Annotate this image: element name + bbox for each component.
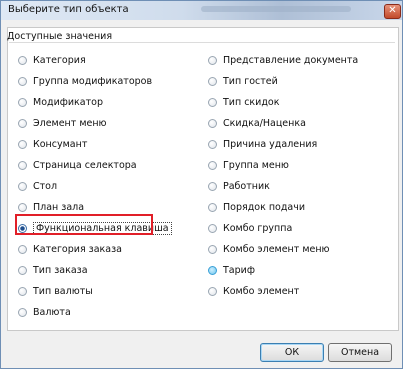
radio-option[interactable]: Порядок подачи xyxy=(208,200,305,214)
radio-icon[interactable] xyxy=(208,160,217,170)
radio-icon[interactable] xyxy=(208,139,217,149)
radio-icon[interactable] xyxy=(18,76,27,86)
radio-label: Категория xyxy=(33,54,86,66)
radio-icon[interactable] xyxy=(18,202,27,212)
radio-option[interactable]: Тип заказа xyxy=(18,263,88,277)
radio-label: Валюта xyxy=(33,306,71,318)
radio-option[interactable]: План зала xyxy=(18,200,84,214)
radio-label: Тип заказа xyxy=(33,264,88,276)
radio-option[interactable]: Тип гостей xyxy=(208,74,278,88)
radio-icon[interactable] xyxy=(208,223,217,233)
close-button[interactable]: ✕ xyxy=(384,4,401,19)
radio-option[interactable]: Комбо элемент меню xyxy=(208,242,330,256)
radio-icon[interactable] xyxy=(208,55,217,65)
radio-label: Тариф xyxy=(223,264,255,276)
title-bar[interactable]: Выберите тип объекта ✕ xyxy=(1,1,402,20)
radio-option[interactable]: Категория заказа xyxy=(18,242,122,256)
group-title: Доступные значения xyxy=(7,31,113,42)
window-title: Выберите тип объекта xyxy=(8,4,129,15)
radio-label: Страница селектора xyxy=(33,159,137,171)
radio-option[interactable]: Комбо группа xyxy=(208,221,292,235)
radio-icon[interactable] xyxy=(18,265,27,275)
radio-icon[interactable] xyxy=(18,307,27,317)
radio-option[interactable]: Представление документа xyxy=(208,53,358,67)
radio-label: Модификатор xyxy=(33,96,103,108)
radio-option[interactable]: Тип скидок xyxy=(208,95,279,109)
radio-option[interactable]: Консумант xyxy=(18,137,87,151)
radio-icon[interactable] xyxy=(18,97,27,107)
radio-icon[interactable] xyxy=(208,76,217,86)
radio-icon[interactable] xyxy=(208,97,217,107)
radio-option[interactable]: Элемент меню xyxy=(18,116,107,130)
radio-option[interactable]: Комбо элемент xyxy=(208,284,299,298)
dialog-window: Выберите тип объекта ✕ Доступные значени… xyxy=(0,0,403,369)
radio-label: План зала xyxy=(33,201,85,213)
radio-label: Тип валюты xyxy=(33,285,93,297)
radio-label: Порядок подачи xyxy=(223,201,306,213)
radio-option[interactable]: Страница селектора xyxy=(18,158,137,172)
radio-label: Категория заказа xyxy=(33,243,122,255)
radio-icon[interactable] xyxy=(208,181,217,191)
radio-label: Тип гостей xyxy=(223,75,278,87)
radio-option[interactable]: Стол xyxy=(18,179,57,193)
radio-label: Группа меню xyxy=(223,159,289,171)
radio-label: Представление документа xyxy=(223,54,359,66)
radio-icon[interactable] xyxy=(208,244,217,254)
radio-option[interactable]: Модификатор xyxy=(18,95,103,109)
close-icon: ✕ xyxy=(388,5,397,16)
radio-label: Консумант xyxy=(33,138,88,150)
radio-label: Комбо элемент xyxy=(223,285,300,297)
radio-icon[interactable] xyxy=(208,118,217,128)
ok-button[interactable]: ОК xyxy=(260,343,324,362)
radio-icon[interactable] xyxy=(18,118,27,128)
radio-icon[interactable] xyxy=(18,286,27,296)
cancel-button[interactable]: Отмена xyxy=(328,343,392,362)
radio-option[interactable]: Категория xyxy=(18,53,86,67)
radio-option[interactable]: Валюта xyxy=(18,305,71,319)
radio-icon[interactable] xyxy=(18,139,27,149)
radio-option-hovered[interactable]: Тариф xyxy=(208,263,255,277)
radio-label: Скидка/Наценка xyxy=(223,117,306,129)
radio-icon[interactable] xyxy=(18,244,27,254)
radio-option[interactable]: Тип валюты xyxy=(18,284,93,298)
radio-option[interactable]: Скидка/Наценка xyxy=(208,116,306,130)
group-separator xyxy=(9,42,395,43)
radio-label: Причина удаления xyxy=(223,138,318,150)
radio-hover-icon[interactable] xyxy=(208,265,217,275)
radio-label: Работник xyxy=(223,180,270,192)
radio-option[interactable]: Группа меню xyxy=(208,158,289,172)
radio-option[interactable]: Причина удаления xyxy=(208,137,317,151)
selection-highlight-box xyxy=(15,214,153,235)
radio-icon[interactable] xyxy=(18,55,27,65)
radio-icon[interactable] xyxy=(208,286,217,296)
title-bar-blur xyxy=(201,6,351,12)
radio-label: Комбо группа xyxy=(223,222,293,234)
radio-label: Группа модификаторов xyxy=(33,75,153,87)
radio-icon[interactable] xyxy=(18,160,27,170)
radio-option[interactable]: Группа модификаторов xyxy=(18,74,152,88)
radio-icon[interactable] xyxy=(208,202,217,212)
radio-label: Стол xyxy=(33,180,58,192)
radio-label: Комбо элемент меню xyxy=(223,243,330,255)
radio-label: Элемент меню xyxy=(33,117,107,129)
radio-label: Тип скидок xyxy=(223,96,280,108)
radio-icon[interactable] xyxy=(18,181,27,191)
radio-option[interactable]: Работник xyxy=(208,179,270,193)
